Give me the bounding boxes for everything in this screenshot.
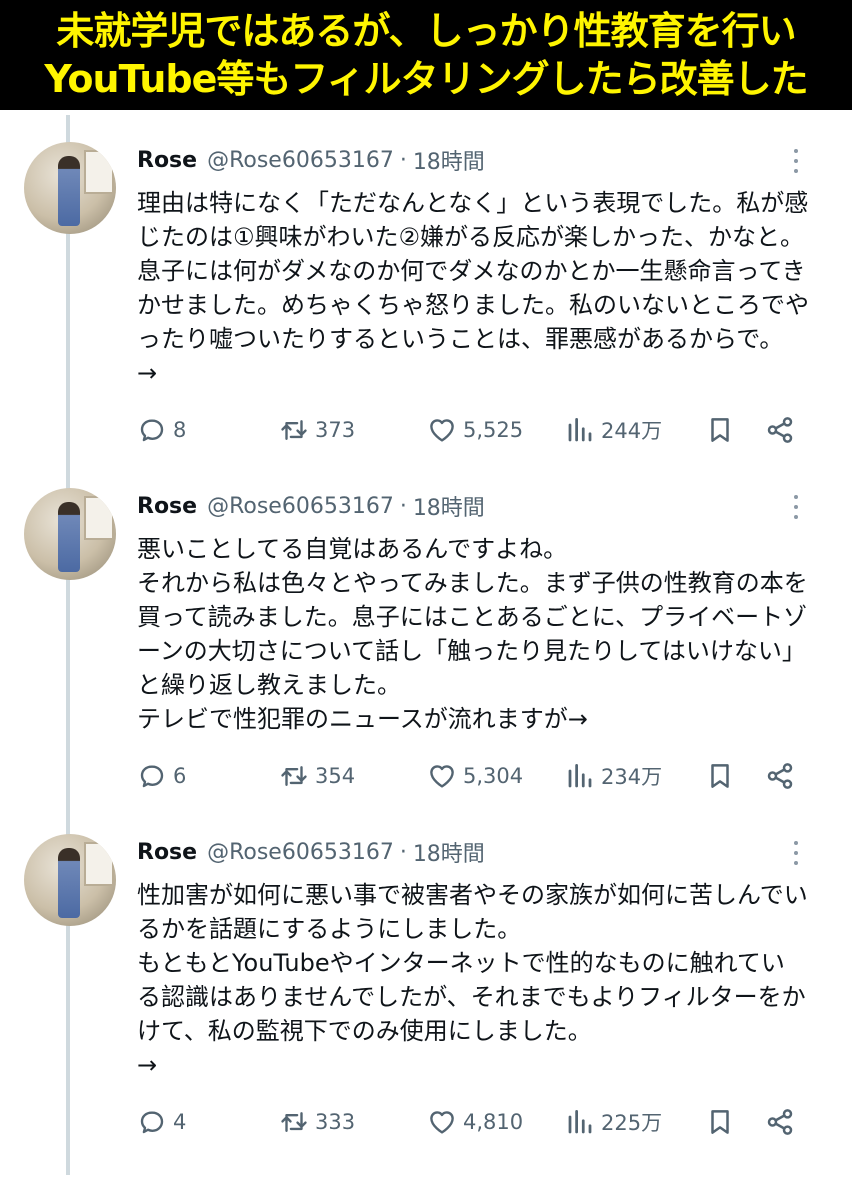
avatar[interactable]	[24, 488, 116, 580]
share-icon	[767, 1109, 793, 1135]
tweet-text: 悪いことしてる自覚はあるんですよね。それから私は色々とやってみました。まず子供の…	[137, 532, 817, 736]
author-name[interactable]: Rose	[137, 840, 197, 865]
tweet-text-line: るかを話題にするようにしました。	[137, 915, 522, 943]
tweet-text-line: かせました。めちゃくちゃ怒りました。私のいないところでや	[137, 291, 809, 319]
tweet-text-line: それから私は色々とやってみました。まず子供の性教育の本を	[137, 569, 808, 597]
timestamp[interactable]: 18時間	[413, 490, 485, 522]
retweet-button[interactable]: 354	[279, 756, 355, 796]
views-button[interactable]: 234万	[565, 756, 662, 796]
author-handle[interactable]: @Rose60653167	[207, 494, 394, 519]
retweet-button[interactable]: 333	[279, 1102, 355, 1142]
author-handle[interactable]: @Rose60653167	[207, 840, 394, 865]
share-icon	[767, 763, 793, 789]
tweet-text-line: ーンの大切さについて話し「触ったり見たりしてはいけない」	[137, 637, 806, 665]
timestamp[interactable]: 18時間	[413, 836, 485, 868]
tweet-text-line: ったり嘘ついたりするということは、罪悪感があるからで。	[137, 325, 784, 353]
tweet-text-line: と繰り返し教えました。	[137, 671, 401, 699]
separator-dot: ·	[399, 147, 407, 173]
views-button[interactable]: 225万	[565, 1102, 662, 1142]
bookmark-button[interactable]	[705, 756, 741, 796]
views-icon	[568, 764, 592, 788]
reply-button[interactable]: 8	[137, 410, 186, 450]
reply-count: 8	[173, 418, 187, 442]
tweet-header: Rose @Rose60653167 · 18時間	[137, 142, 485, 178]
like-icon	[430, 765, 454, 788]
views-button[interactable]: 244万	[565, 410, 662, 450]
reply-count: 4	[173, 1110, 187, 1134]
more-icon[interactable]	[786, 838, 806, 868]
reply-button[interactable]: 4	[137, 1102, 186, 1142]
author-handle[interactable]: @Rose60653167	[207, 148, 394, 173]
reply-count: 6	[173, 764, 187, 788]
like-count: 5,304	[463, 764, 524, 788]
banner-line-1: 未就学児ではあるが、しっかり性教育を行い	[56, 9, 796, 53]
action-bar: 4 333 4,810 225万	[137, 1102, 817, 1142]
views-count: 225万	[601, 1111, 663, 1135]
tweet-text: 理由は特になく「ただなんとなく」という表現でした。私が感 じたのは①興味がわいた②…	[137, 186, 817, 390]
retweet-count: 373	[315, 418, 356, 442]
tweet-text-line: 理由は特になく「ただなんとなく」という表現でした。私が感	[137, 189, 809, 217]
views-icon	[568, 1110, 592, 1134]
separator-dot: ·	[399, 839, 407, 865]
share-button[interactable]	[765, 1102, 801, 1142]
reply-icon	[140, 1111, 164, 1134]
avatar[interactable]	[24, 834, 116, 926]
tweet-text-line: →	[137, 359, 158, 387]
views-icon	[568, 418, 592, 442]
separator-dot: ·	[399, 493, 407, 519]
share-button[interactable]	[765, 756, 801, 796]
avatar[interactable]	[24, 142, 116, 234]
share-button[interactable]	[765, 410, 801, 450]
tweet-text: 性加害が如何に悪い事で被害者やその家族が如何に苦しんでい るかを話題にするようにし…	[137, 878, 817, 1082]
tweet-text-line: テレビで性犯罪のニュースが流れますが→	[137, 705, 588, 733]
like-icon	[430, 419, 454, 442]
tweet-text-line: る認識はありませんでしたが、それまでもよりフィルターをか	[137, 983, 806, 1011]
like-button[interactable]: 4,810	[427, 1102, 523, 1142]
tweet-text-line: 悪いことしてる自覚はあるんですよね。	[137, 535, 568, 563]
like-button[interactable]: 5,525	[427, 410, 523, 450]
reply-icon	[140, 765, 164, 788]
bookmark-button[interactable]	[705, 410, 741, 450]
author-name[interactable]: Rose	[137, 494, 197, 519]
tweet-header: Rose @Rose60653167 · 18時間	[137, 834, 485, 870]
tweet-text-line: けて、私の監視下でのみ使用にしました。	[137, 1017, 592, 1045]
reply-button[interactable]: 6	[137, 756, 186, 796]
retweet-button[interactable]: 373	[279, 410, 355, 450]
retweet-icon	[281, 420, 307, 440]
tweet-text-line: もともとYouTubeやインターネットで性的なものに触れてい	[137, 949, 785, 977]
reply-icon	[140, 419, 164, 442]
tweet-text-line: 息子には何がダメなのか何でダメなのかとか一生懸命言ってき	[137, 257, 806, 285]
tweet-text-line: 性加害が如何に悪い事で被害者やその家族が如何に苦しんでい	[137, 881, 808, 909]
tweet-text-line: じたのは①興味がわいた②嫌がる反応が楽しかった、かなと。	[137, 223, 805, 251]
timestamp[interactable]: 18時間	[413, 144, 485, 176]
action-bar: 6 354 5,304 234万	[137, 756, 817, 796]
title-banner: 未就学児ではあるが、しっかり性教育を行い YouTube等もフィルタリングしたら…	[0, 0, 852, 110]
like-button[interactable]: 5,304	[427, 756, 523, 796]
like-count: 5,525	[463, 418, 524, 442]
bookmark-icon	[711, 418, 729, 442]
share-icon	[767, 417, 793, 443]
tweet-text-line: 買って読みました。息子にはことあるごとに、プライベートゾ	[137, 603, 808, 631]
retweet-icon	[281, 766, 307, 786]
retweet-count: 333	[315, 1110, 356, 1134]
thread-connector-line	[66, 115, 70, 1175]
bookmark-icon	[711, 1110, 729, 1134]
views-count: 244万	[601, 419, 663, 443]
banner-line-2: YouTube等もフィルタリングしたら改善した	[44, 57, 808, 101]
author-name[interactable]: Rose	[137, 148, 197, 173]
tweet-header: Rose @Rose60653167 · 18時間	[137, 488, 485, 524]
views-count: 234万	[601, 765, 663, 789]
retweet-count: 354	[315, 764, 356, 788]
like-icon	[430, 1111, 454, 1134]
retweet-icon	[281, 1112, 307, 1132]
action-bar: 8 373 5,525 244万	[137, 410, 817, 450]
more-icon[interactable]	[786, 492, 806, 522]
like-count: 4,810	[463, 1110, 524, 1134]
bookmark-button[interactable]	[705, 1102, 741, 1142]
bookmark-icon	[711, 764, 729, 788]
tweet-text-line: →	[137, 1051, 158, 1079]
more-icon[interactable]	[786, 146, 806, 176]
